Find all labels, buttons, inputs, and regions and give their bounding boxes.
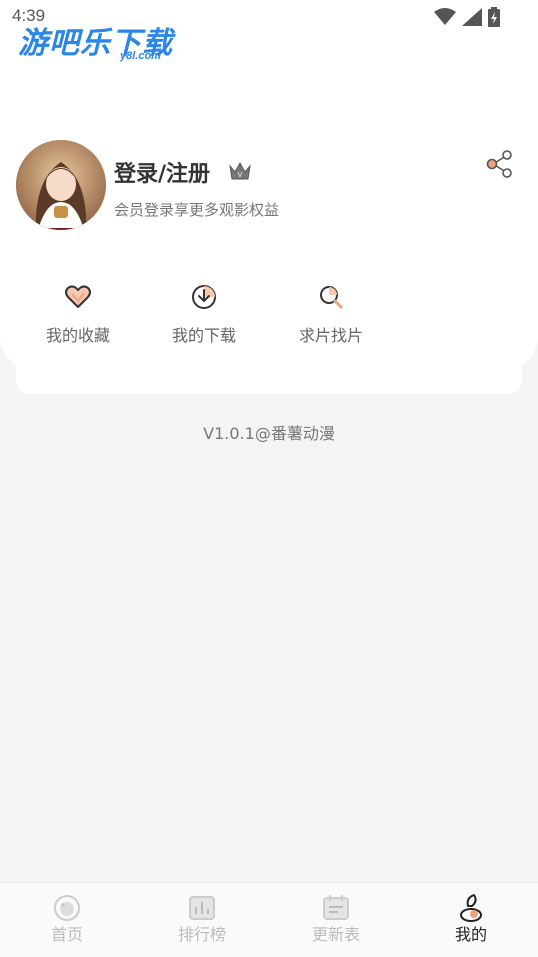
favorites-button[interactable]: 我的收藏 [28, 282, 128, 346]
nav-ranking[interactable]: 排行榜 [152, 893, 252, 945]
status-icons [434, 7, 500, 27]
nav-ranking-label: 排行榜 [177, 925, 226, 944]
nav-mine-label: 我的 [454, 925, 487, 944]
bottom-nav: 首页 排行榜 更新表 我的 [0, 882, 538, 957]
svg-text:V: V [238, 172, 243, 179]
heart-icon [65, 285, 91, 308]
avatar[interactable] [16, 140, 106, 230]
home-icon [54, 895, 80, 921]
nav-schedule[interactable]: 更新表 [286, 893, 386, 945]
login-register-link[interactable]: 登录/注册 [114, 156, 210, 188]
nav-mine[interactable]: 我的 [421, 893, 521, 945]
nav-schedule-label: 更新表 [311, 925, 360, 944]
nav-home-label: 首页 [50, 925, 83, 944]
battery-icon [488, 7, 500, 27]
share-icon[interactable] [484, 148, 516, 180]
nav-home[interactable]: 首页 [17, 893, 117, 945]
downloads-button[interactable]: 我的下载 [154, 282, 254, 346]
request-button[interactable]: 求片找片 [281, 282, 381, 346]
ranking-icon [189, 896, 215, 920]
version-text: V1.0.1@番薯动漫 [203, 424, 335, 443]
watermark-sub: y8l.com [120, 50, 161, 62]
profile-icon [460, 894, 482, 922]
signal-icon [462, 8, 482, 26]
search-icon [320, 286, 343, 309]
vip-crown-icon: V [229, 161, 251, 180]
download-icon [192, 285, 216, 309]
wifi-icon [434, 8, 456, 25]
request-label: 求片找片 [298, 326, 363, 345]
calendar-icon [323, 895, 349, 920]
login-subtitle: 会员登录享更多观影权益 [114, 201, 280, 219]
favorites-label: 我的收藏 [45, 326, 110, 345]
downloads-label: 我的下载 [171, 326, 236, 345]
quick-actions: 我的收藏 我的下载 求片找片 [28, 282, 388, 352]
